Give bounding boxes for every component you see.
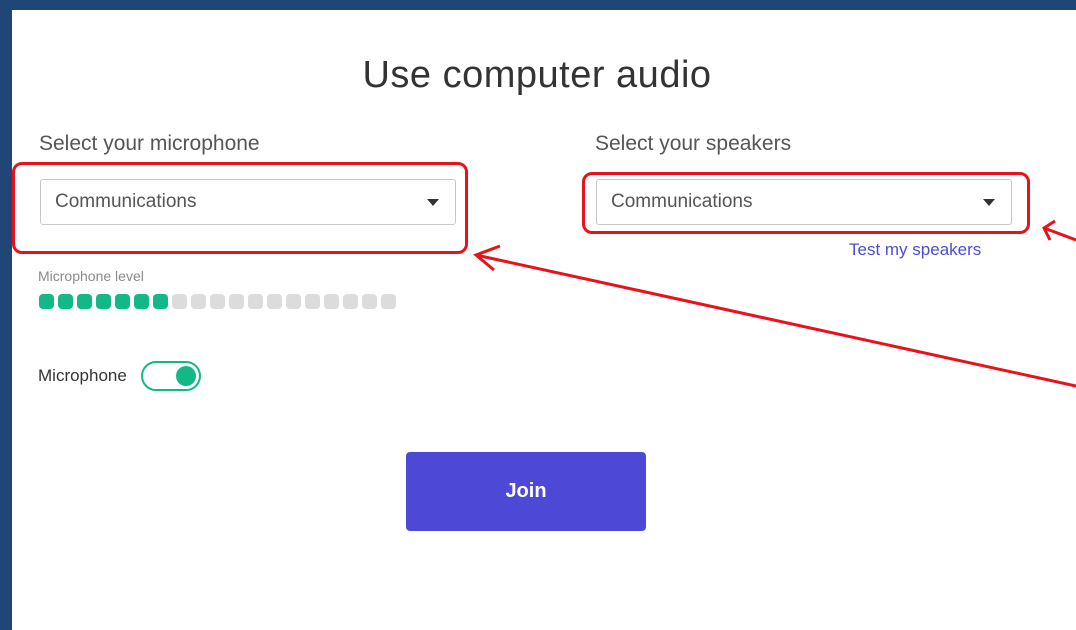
annotation-arrow-line-microphone	[475, 253, 1076, 388]
annotation-arrows	[473, 219, 1076, 388]
